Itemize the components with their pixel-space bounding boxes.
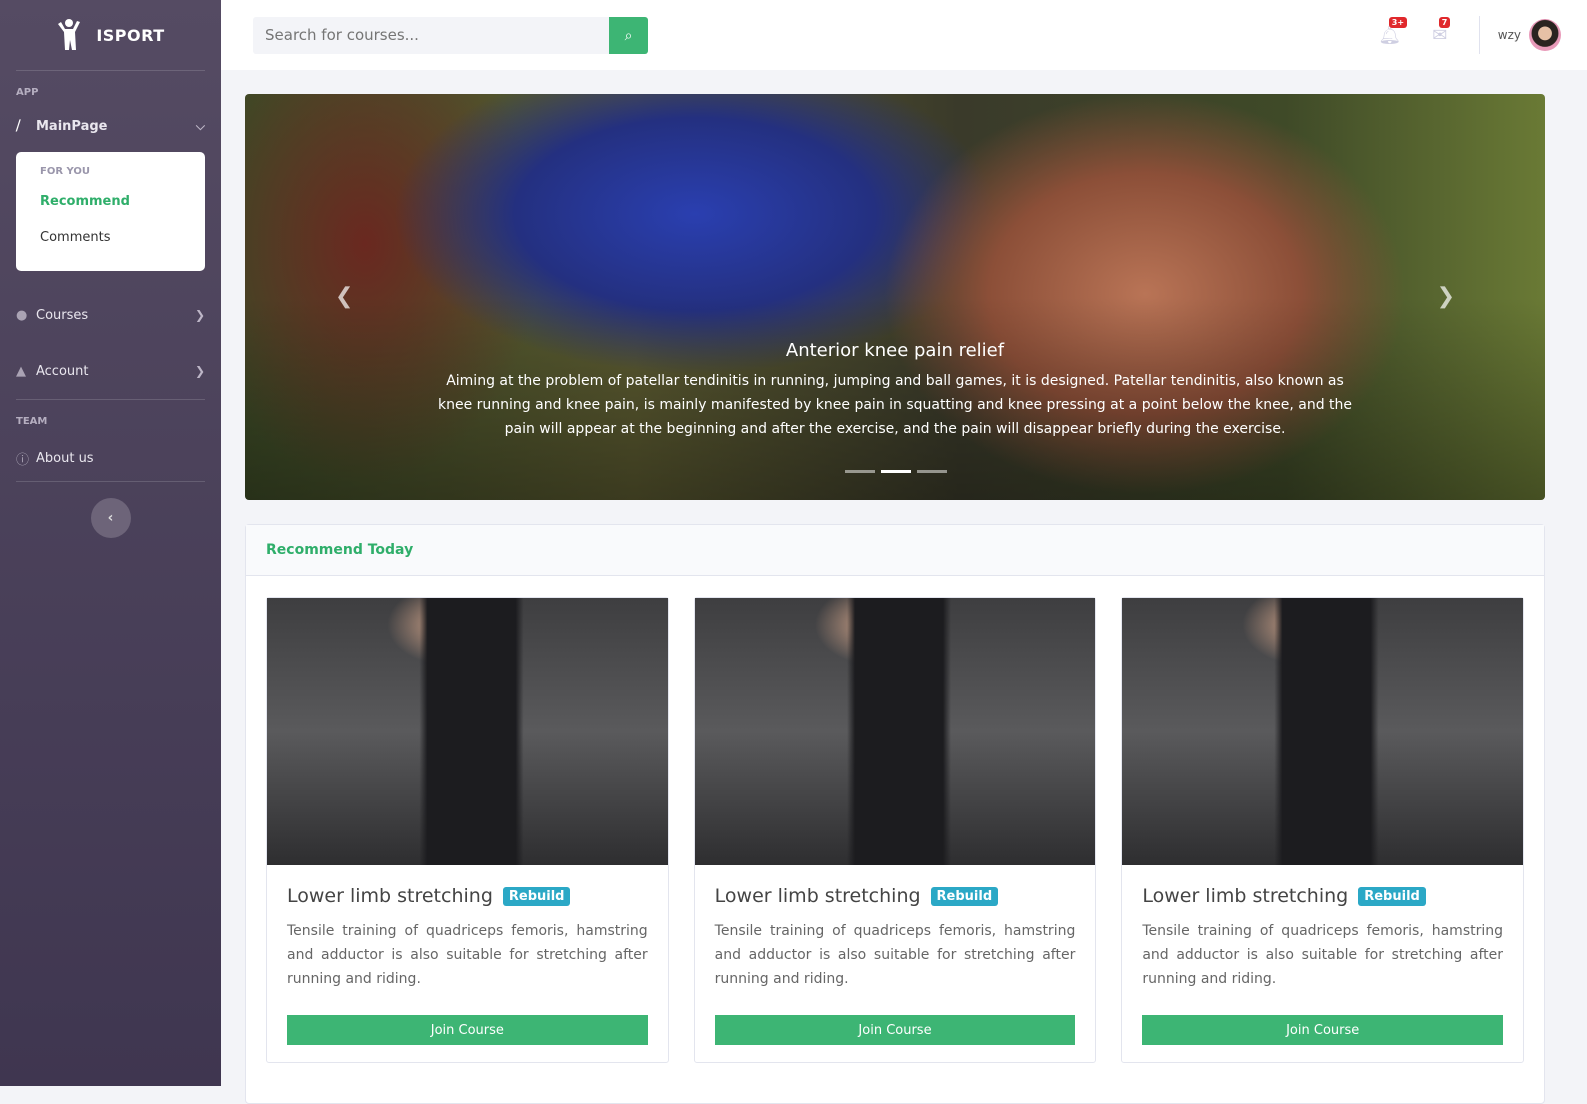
carousel-text: Aiming at the problem of patellar tendin…	[437, 373, 1353, 437]
sidebar-item-mainpage[interactable]: ⧸ MainPage ⌵	[0, 106, 221, 146]
submenu-item-comments[interactable]: Comments	[40, 225, 205, 261]
sidebar-item-label: MainPage	[36, 118, 108, 134]
course-image	[267, 598, 668, 865]
fire-icon: ●	[16, 307, 28, 323]
info-icon: ⓘ	[16, 452, 30, 468]
rss-icon: ⧸	[16, 118, 21, 134]
chevron-right-icon: ❯	[194, 308, 205, 322]
search-input[interactable]	[253, 16, 609, 54]
course-description: Tensile training of quadriceps femoris, …	[714, 923, 1076, 987]
chevron-down-icon: ⌵	[195, 118, 205, 133]
avatar[interactable]	[1529, 19, 1561, 51]
carousel-indicator-active[interactable]	[881, 470, 911, 473]
messages-badge: 7	[1438, 16, 1451, 28]
sidebar-item-label: Account	[36, 363, 89, 379]
sidebar-item-label: Courses	[36, 307, 89, 323]
divider	[16, 481, 205, 482]
carousel-indicators	[845, 470, 947, 473]
course-title: Lower limb stretching	[1142, 885, 1349, 907]
panel-title: Recommend Today	[246, 525, 1544, 576]
course-tag: Rebuild	[502, 886, 571, 906]
search-bar: ⌕	[253, 16, 648, 54]
join-course-button[interactable]: Join Course	[1142, 1015, 1504, 1045]
carousel-next-icon[interactable]: ❯	[1437, 284, 1455, 309]
recommend-panel: Recommend Today Lower limb stretching Reb…	[245, 524, 1545, 1104]
join-course-button[interactable]: Join Course	[714, 1015, 1076, 1045]
sidebar-item-about[interactable]: ⓘ About us	[0, 435, 221, 481]
carousel-prev-icon[interactable]: ❮	[335, 284, 353, 309]
chevron-right-icon: ❯	[194, 364, 205, 378]
messages-button[interactable]: ✉ 7	[1415, 16, 1465, 46]
sidebar-collapse-button[interactable]: ‹	[90, 498, 131, 538]
section-label-app: APP	[16, 87, 39, 98]
search-button[interactable]: ⌕	[609, 16, 648, 54]
course-description: Tensile training of quadriceps femoris, …	[1142, 923, 1504, 987]
submenu: FOR YOU Recommend Comments	[16, 152, 205, 271]
logo[interactable]: ISPORT	[0, 0, 221, 70]
sidebar-item-courses[interactable]: ● Courses ❯	[0, 287, 221, 343]
brand-name: ISPORT	[96, 25, 165, 45]
course-tag: Rebuild	[1358, 886, 1426, 906]
bell-icon: 🔔︎	[1378, 24, 1402, 46]
carousel-indicator[interactable]	[917, 470, 947, 473]
carousel-title: Anterior knee pain relief	[785, 340, 1005, 361]
join-course-button[interactable]: Join Course	[287, 1015, 648, 1045]
course-card: Lower limb stretching Rebuild Tensile tra…	[693, 597, 1097, 1063]
topbar: ⌕ 🔔︎3+ ✉7 wzy	[221, 0, 1587, 70]
notifications-button[interactable]: 🔔︎ 3+	[1365, 16, 1415, 46]
carousel-caption: Anterior knee pain relief Aiming at the …	[435, 340, 1355, 441]
course-tag: Rebuild	[930, 886, 999, 906]
person-logo-icon	[58, 19, 81, 50]
user-icon: ▲	[16, 363, 26, 379]
sidebar-item-account[interactable]: ▲ Account ❯	[0, 343, 221, 399]
search-icon: ⌕	[624, 26, 633, 43]
sidebar: ISPORT APP ⧸ MainPage ⌵ FOR YOU Recommen…	[0, 0, 221, 1086]
chevron-left-icon: ‹	[107, 510, 114, 526]
hero-carousel: ❮ ❯ Anterior knee pain relief Aiming at …	[245, 94, 1545, 500]
section-label-team: TEAM	[16, 416, 48, 427]
course-card: Lower limb stretching Rebuild Tensile tra…	[1121, 597, 1525, 1063]
submenu-item-recommend[interactable]: Recommend	[40, 189, 205, 225]
course-image	[1122, 598, 1524, 865]
notifications-badge: 3+	[1388, 16, 1408, 28]
course-image	[694, 598, 1096, 865]
course-title: Lower limb stretching	[287, 885, 493, 907]
divider	[1478, 16, 1480, 54]
course-title: Lower limb stretching	[714, 885, 921, 907]
submenu-header: FOR YOU	[40, 166, 91, 177]
carousel-indicator[interactable]	[845, 470, 875, 473]
course-card: Lower limb stretching Rebuild Tensile tra…	[266, 597, 669, 1063]
envelope-icon: ✉	[1432, 24, 1448, 46]
course-description: Tensile training of quadriceps femoris, …	[287, 923, 648, 987]
sidebar-item-label: About us	[36, 450, 94, 466]
username[interactable]: wzy	[1498, 28, 1521, 42]
